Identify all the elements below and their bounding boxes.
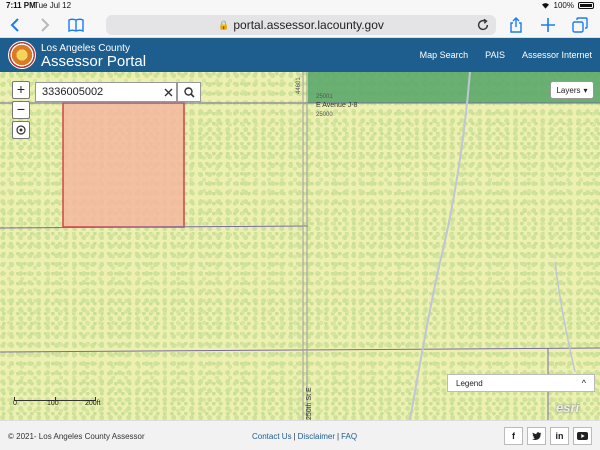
share-icon (510, 17, 522, 33)
book-icon (68, 18, 84, 33)
back-button[interactable] (6, 15, 26, 35)
caret-down-icon: ▾ (583, 85, 588, 95)
browser-toolbar: 🔒 portal.assessor.lacounty.gov (0, 12, 600, 38)
nav-assessor-internet[interactable]: Assessor Internet (522, 50, 592, 60)
social-links: f in (504, 427, 592, 445)
search-icon (183, 86, 195, 98)
reload-icon[interactable] (476, 18, 490, 32)
search-button[interactable] (177, 82, 201, 102)
street-label-avenue-j8: E Avenue J-8 (316, 102, 358, 109)
faq-link[interactable]: FAQ (341, 432, 357, 441)
disclaimer-link[interactable]: Disclaimer (298, 432, 335, 441)
footer-separator: | (337, 432, 340, 441)
status-bar: 7:11 PM Tue Jul 12 100% (0, 0, 600, 12)
legend-label: Legend (456, 379, 483, 388)
address-label-25000: 25000 (316, 112, 333, 118)
twitter-button[interactable] (527, 427, 546, 445)
portal-title[interactable]: Assessor Portal (41, 53, 146, 70)
address-bar[interactable]: 🔒 portal.assessor.lacounty.gov (106, 15, 496, 35)
tabs-icon (572, 17, 588, 33)
youtube-button[interactable] (573, 427, 592, 445)
esri-logo: esri (556, 400, 580, 415)
map-lines (0, 72, 600, 420)
plus-icon (541, 18, 555, 32)
zoom-in-button[interactable]: + (12, 81, 30, 99)
wash-stream (409, 72, 471, 420)
scale-label-200ft: 200ft (85, 400, 101, 407)
top-nav: Map Search PAIS Assessor Internet (420, 50, 592, 60)
facebook-button[interactable]: f (504, 427, 523, 445)
linkedin-icon: in (555, 431, 564, 441)
address-label-44601: 44601 (296, 77, 302, 94)
map-view[interactable]: 25001 25000 E Avenue J-8 44601 250th St … (0, 72, 600, 420)
chevron-right-icon (41, 18, 50, 32)
address-label-25001: 25001 (316, 94, 333, 100)
url-text: portal.assessor.lacounty.gov (233, 18, 384, 32)
scale-label-100: 100 (47, 400, 59, 407)
contact-us-link[interactable]: Contact Us (252, 432, 292, 441)
street-label-250th: 250th St E (306, 387, 313, 420)
bookmarks-button[interactable] (66, 15, 86, 35)
tabs-button[interactable] (570, 15, 590, 35)
wash-stream-2 (554, 261, 576, 373)
share-button[interactable] (506, 15, 526, 35)
twitter-icon (531, 431, 541, 440)
footer-links: Contact Us | Disclaimer | FAQ (252, 432, 357, 441)
parcel-search-input[interactable] (35, 82, 177, 102)
forward-button[interactable] (34, 15, 54, 35)
county-seal-logo[interactable] (8, 41, 36, 69)
battery-icon (578, 2, 594, 9)
status-right: 100% (541, 1, 594, 10)
facebook-icon: f (512, 431, 515, 441)
youtube-icon (577, 432, 588, 440)
layers-label: Layers (556, 85, 581, 95)
portal-header: Los Angeles County Assessor Portal Map S… (0, 38, 600, 72)
search-clear-button[interactable] (159, 82, 177, 102)
new-tab-button[interactable] (538, 15, 558, 35)
linkedin-button[interactable]: in (550, 427, 569, 445)
legend-panel[interactable]: Legend ^ (447, 374, 595, 392)
crosshair-icon (16, 125, 26, 135)
scale-label-0: 0 (13, 400, 17, 407)
page-footer: © 2021- Los Angeles County Assessor Cont… (0, 420, 600, 450)
nav-map-search[interactable]: Map Search (420, 50, 469, 60)
layers-button[interactable]: Layers ▾ (550, 81, 594, 99)
locate-button[interactable] (12, 121, 30, 139)
status-date: Tue Jul 12 (34, 1, 72, 10)
copyright-text: © 2021- Los Angeles County Assessor (8, 432, 145, 441)
wifi-icon (541, 3, 549, 9)
footer-separator: | (293, 432, 296, 441)
battery-percent: 100% (553, 1, 574, 10)
chevron-up-icon[interactable]: ^ (582, 378, 586, 388)
lock-icon: 🔒 (218, 19, 230, 30)
chevron-left-icon (10, 18, 19, 32)
parcel-line-2 (0, 347, 600, 353)
close-icon (164, 88, 172, 96)
selected-parcel (62, 102, 185, 228)
nav-pais[interactable]: PAIS (485, 50, 505, 60)
status-time: 7:11 PM (6, 1, 36, 10)
zoom-out-button[interactable]: − (12, 101, 30, 119)
